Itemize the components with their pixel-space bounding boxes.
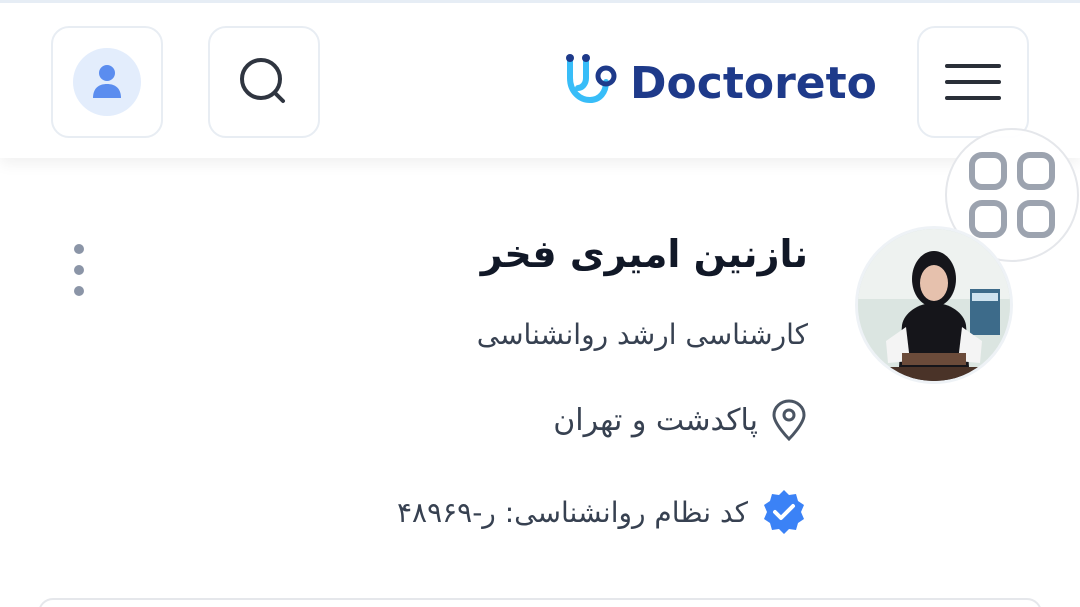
- doctoreto-logo[interactable]: Doctoreto: [562, 48, 877, 118]
- stethoscope-icon: [566, 54, 617, 104]
- logo-text: Doctoreto: [630, 57, 877, 109]
- verified-badge-icon: [764, 490, 804, 534]
- more-vertical-icon: [74, 244, 84, 254]
- top-header: Doctoreto: [0, 0, 1080, 158]
- user-avatar: [73, 48, 141, 116]
- map-pin-icon: [772, 399, 806, 442]
- search-icon: [240, 58, 285, 103]
- doctor-license-text: کد نظام روانشناسی: ر-۴۸۹۶۹: [397, 495, 748, 529]
- doctor-license: کد نظام روانشناسی: ر-۴۸۹۶۹: [397, 488, 808, 536]
- doctor-degree: کارشناسی ارشد روانشناسی: [476, 318, 808, 351]
- search-button[interactable]: [208, 26, 320, 138]
- kebab-dot: [74, 265, 84, 275]
- profile-button[interactable]: [51, 26, 163, 138]
- grid-icon: [969, 152, 1055, 238]
- more-options-button[interactable]: [70, 244, 88, 296]
- user-icon: [93, 65, 121, 98]
- doctor-photo: [855, 226, 1013, 384]
- hamburger-menu-icon: [945, 64, 1001, 100]
- menu-button[interactable]: [917, 26, 1029, 138]
- doctor-location-text: پاکدشت و تهران: [553, 402, 758, 438]
- doctor-location: پاکدشت و تهران: [553, 398, 808, 442]
- doctor-name: نازنین امیری فخر: [480, 232, 808, 276]
- doctor-portrait-image: [858, 229, 1010, 381]
- kebab-dot: [74, 286, 84, 296]
- content-card: [38, 598, 1042, 607]
